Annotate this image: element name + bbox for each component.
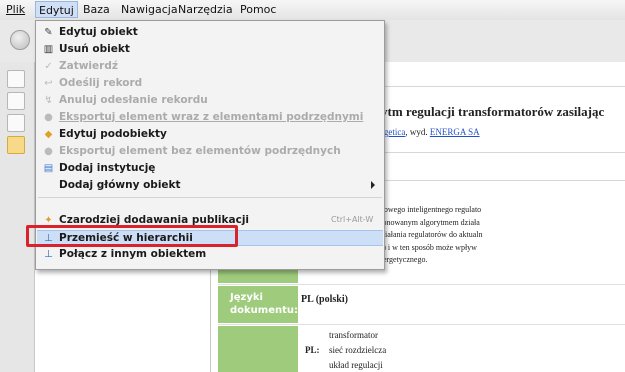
stop-button-icon[interactable] bbox=[10, 30, 30, 50]
menu-narzedzia[interactable]: Narzędzia bbox=[178, 3, 233, 16]
menu-item-export-with-children: ● Eksportuj element wraz z elementami po… bbox=[44, 111, 364, 123]
export-icon: ● bbox=[44, 112, 53, 123]
hierarchy-icon[interactable] bbox=[7, 114, 25, 132]
menu-item-link-object[interactable]: ⊥ Połącz z innym obiektem bbox=[37, 247, 383, 263]
pencil-icon[interactable] bbox=[7, 136, 25, 154]
menu-item-return-record: ↩ Odeślij rekord bbox=[44, 77, 143, 89]
publisher-link[interactable]: ENERGA SA bbox=[430, 127, 480, 137]
database-icon[interactable] bbox=[7, 70, 25, 88]
menu-separator bbox=[38, 197, 382, 198]
keywords-label-cell bbox=[218, 326, 298, 372]
highlight-annotation-box bbox=[26, 225, 238, 247]
submenu-arrow-icon bbox=[371, 181, 375, 189]
menu-item-edit-object[interactable]: ✎ Edytuj obiekt bbox=[37, 25, 383, 41]
side-toolstrip bbox=[0, 62, 35, 372]
shortcut-label: Ctrl+Alt-W bbox=[331, 215, 374, 224]
menu-bar: Plik Edytuj Baza Nawigacja Narzędzia Pom… bbox=[0, 0, 625, 21]
keyword-item: układ regulacji bbox=[329, 360, 383, 370]
menu-item-cancel-return: ↯ Anuluj odesłanie rekordu bbox=[44, 94, 208, 106]
languages-label: Języki dokumentu: bbox=[218, 286, 298, 323]
keyword-item: transformator bbox=[329, 330, 378, 340]
menu-item-add-institution[interactable]: ▤ Dodaj instytucję bbox=[37, 161, 383, 177]
edit-children-icon: ◆ bbox=[44, 129, 53, 140]
app-window: Plik Edytuj Baza Nawigacja Narzędzia Pom… bbox=[0, 0, 625, 372]
record-title: ytm regulacji transformatorów zasilając bbox=[381, 104, 605, 119]
record-byline: rgetica, wyd. ENERGA SA bbox=[381, 127, 480, 137]
menu-plik[interactable]: Plik bbox=[6, 3, 25, 16]
network-icon[interactable] bbox=[7, 92, 25, 110]
menu-baza[interactable]: Baza bbox=[83, 3, 110, 16]
return-icon: ↩ bbox=[44, 78, 53, 89]
menu-item-approve: ✓ Zatwierdź bbox=[44, 60, 118, 72]
menu-pomoc[interactable]: Pomoc bbox=[240, 3, 276, 16]
link-icon: ⊥ bbox=[44, 249, 53, 260]
row-divider bbox=[218, 324, 625, 325]
cancel-return-icon: ↯ bbox=[44, 95, 53, 106]
menu-item-add-main-object[interactable]: Dodaj główny obiekt bbox=[37, 178, 383, 194]
languages-value: PL (polski) bbox=[301, 294, 348, 305]
trash-icon: ▥ bbox=[43, 44, 54, 55]
menu-edytuj[interactable]: Edytuj bbox=[35, 1, 78, 18]
check-icon: ✓ bbox=[44, 61, 53, 72]
keywords-lang-prefix: PL: bbox=[305, 345, 320, 355]
export-icon: ● bbox=[44, 146, 53, 157]
menu-nawigacja[interactable]: Nawigacja bbox=[121, 3, 178, 16]
menu-item-export-without-children: ● Eksportuj element bez elementów podrzę… bbox=[44, 145, 341, 157]
menu-item-edit-children[interactable]: ◆ Edytuj podobiekty bbox=[37, 127, 383, 143]
edit-icon: ✎ bbox=[44, 27, 53, 38]
institution-icon: ▤ bbox=[43, 163, 54, 174]
keyword-item: sieć rozdzielcza bbox=[329, 345, 387, 355]
row-divider bbox=[218, 284, 625, 285]
menu-item-delete-object[interactable]: ▥ Usuń obiekt bbox=[37, 42, 383, 58]
